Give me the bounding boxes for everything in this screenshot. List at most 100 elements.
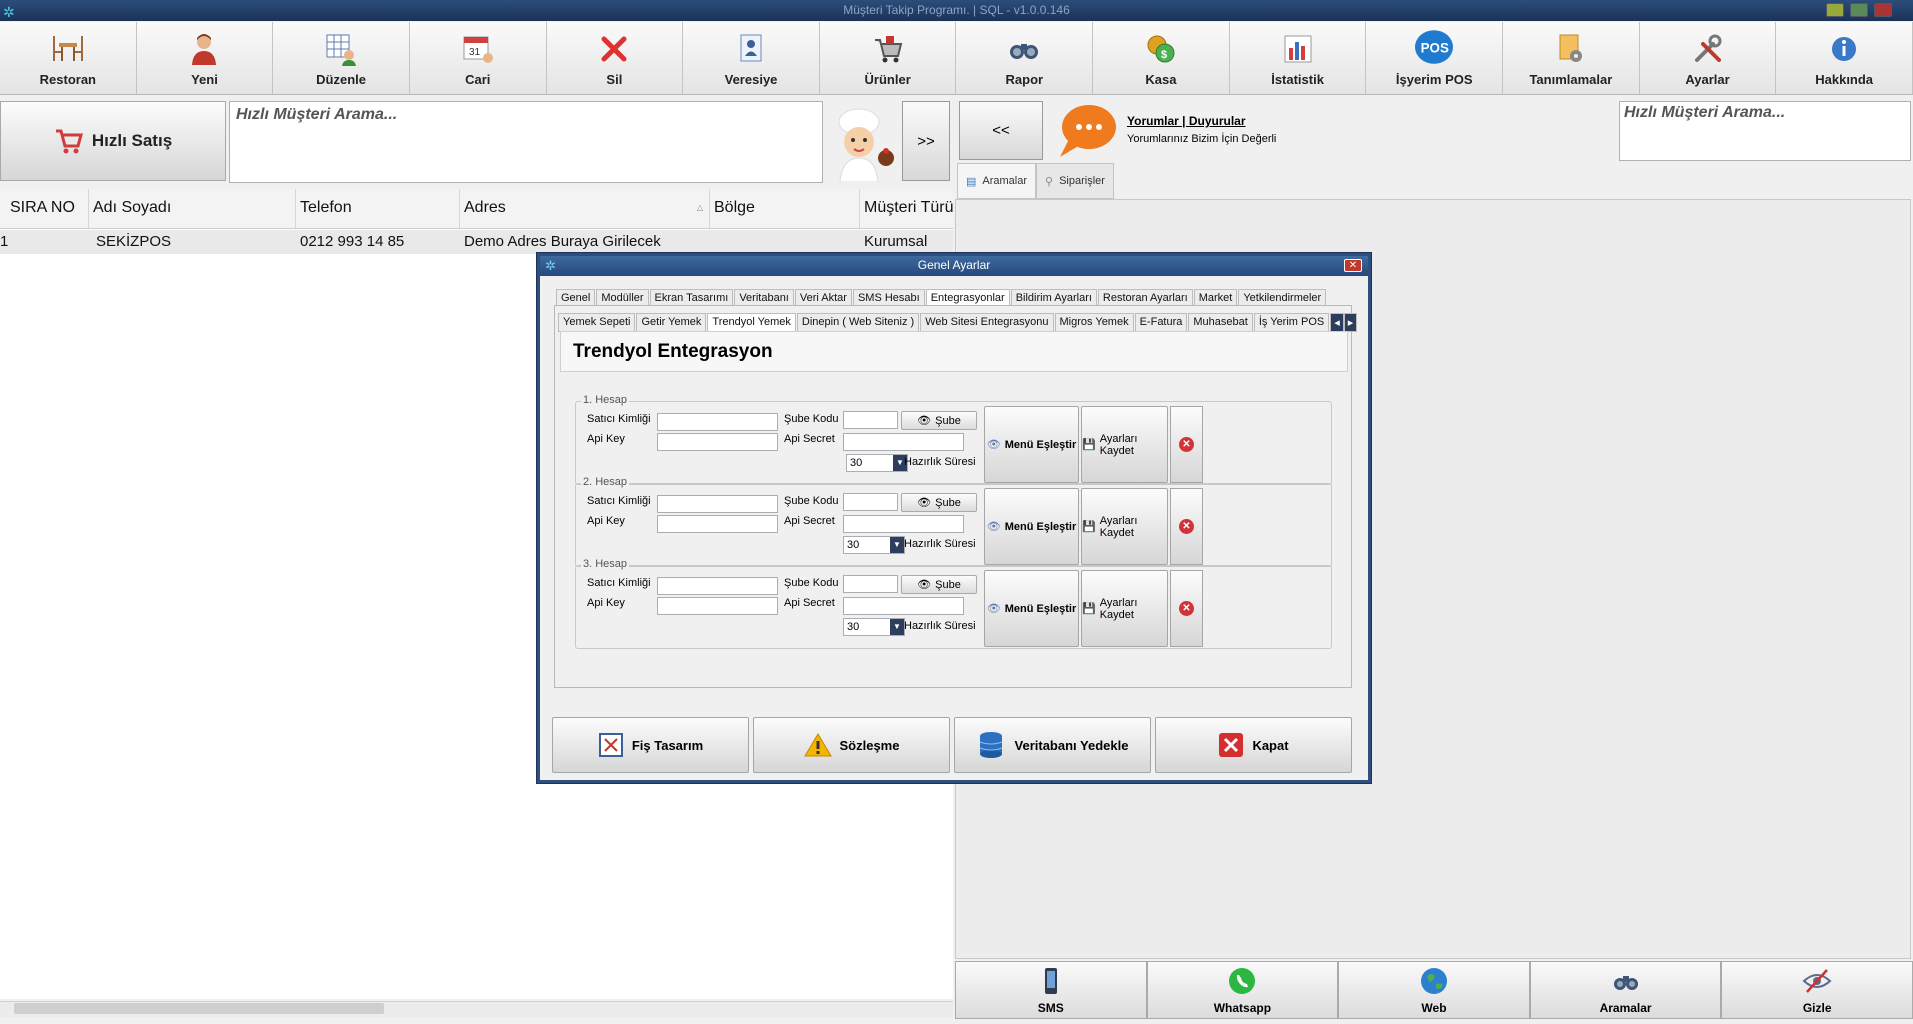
settings-doc-icon [1559,34,1582,62]
coins-icon: $ [1147,35,1175,63]
sube-kodu-input[interactable] [843,575,898,593]
tab-web-sitesi-entegrasyonu[interactable]: Web Sitesi Entegrasyonu [920,313,1054,332]
tab-muhasebat[interactable]: Muhasebat [1188,313,1253,332]
scrollbar-thumb[interactable] [14,1003,384,1014]
tab-yemek-sepeti[interactable]: Yemek Sepeti [558,313,636,332]
maximize-button[interactable] [1850,3,1868,17]
sube-button[interactable]: 👁 Şube [901,575,977,594]
tab-migros-yemek[interactable]: Migros Yemek [1054,313,1134,332]
delete-account-button[interactable]: ✕ [1170,570,1203,647]
whatsapp-button[interactable]: Whatsapp [1146,961,1339,1019]
tab-trendyol-yemek[interactable]: Trendyol Yemek [707,313,796,332]
api-secret-label: Api Secret [784,597,835,609]
tab-e-fatura[interactable]: E-Fatura [1134,313,1188,332]
toolbar-label: Ürünler [864,72,911,87]
sube-button[interactable]: 👁 Şube [901,411,977,430]
hazirlik-suresi-select[interactable]: 30 ▼ [843,536,905,554]
toolbar-tanimlamalar-button[interactable]: Tanımlamalar [1503,22,1640,94]
kapat-button[interactable]: Kapat [1155,717,1352,773]
satici-kimligi-input[interactable] [657,495,778,513]
toolbar-yeni-button[interactable]: Yeni [137,22,274,94]
chat-bubble-icon [1060,105,1116,157]
toolbar-restoran-button[interactable]: Restoran [0,22,137,94]
delete-account-button[interactable]: ✕ [1170,406,1203,483]
hazirlik-suresi-select[interactable]: 30 ▼ [846,454,908,472]
satici-kimligi-input[interactable] [657,577,778,595]
ayarlari-kaydet-button[interactable]: 💾 Ayarları Kaydet [1081,570,1168,647]
satici-kimligi-label: Satıcı Kimliği [587,413,651,425]
bottom-action-bar: SMS Whatsapp Web Aramalar Gizle [955,961,1913,1019]
sozlesme-button[interactable]: Sözleşme [753,717,950,773]
sube-button[interactable]: 👁 Şube [901,493,977,512]
api-secret-label: Api Secret [784,433,835,445]
calendar-icon: 31 [463,36,493,63]
dialog-close-button[interactable]: ✕ [1344,259,1362,272]
back-button[interactable]: << [959,101,1043,160]
ayarlari-kaydet-button[interactable]: 💾 Ayarları Kaydet [1081,406,1168,483]
customer-search-input-right[interactable]: Hızlı Müşteri Arama... [1619,101,1911,161]
toolbar-rapor-button[interactable]: Rapor [956,22,1094,94]
web-button[interactable]: Web [1338,961,1530,1019]
tab-scroll-left-icon[interactable]: ◂ [1330,313,1344,332]
aramalar-button[interactable]: Aramalar [1529,961,1722,1019]
tab-dinepin[interactable]: Dinepin ( Web Siteniz ) [796,313,920,332]
save-icon: 💾 [1082,603,1096,615]
api-secret-input[interactable] [843,515,964,533]
cell-musteri-turu: Kurumsal [864,233,928,250]
satici-kimligi-label: Satıcı Kimliği [587,577,651,589]
toolbar-cari-button[interactable]: 31 Cari [410,22,547,94]
sms-button[interactable]: SMS [955,961,1147,1019]
toolbar-duzenle-button[interactable]: Düzenle [273,22,410,94]
toolbar-veresiye-button[interactable]: Veresiye [683,22,820,94]
announcements-link[interactable]: Yorumlar | Duyurular [1127,114,1246,128]
account-group-2: 2. Hesap Satıcı Kimliği Şube Kodu 👁 Şube … [575,476,1332,567]
column-header-bolge[interactable]: Bölge [710,189,860,228]
api-key-input[interactable] [657,433,778,451]
sube-kodu-label: Şube Kodu [784,577,839,589]
gizle-button[interactable]: Gizle [1721,961,1913,1019]
warning-icon [803,733,832,757]
api-secret-input[interactable] [843,597,964,615]
quick-sale-button[interactable]: Hızlı Satış [0,101,226,181]
column-header-telefon[interactable]: Telefon [296,189,460,228]
column-header-musteri-turu[interactable]: Müşteri Türü [860,189,953,228]
tab-siparisler[interactable]: ⚲ Siparişler [1036,163,1114,199]
sube-kodu-input[interactable] [843,493,898,511]
veritabani-yedekle-button[interactable]: Veritabanı Yedekle [954,717,1151,773]
delete-account-button[interactable]: ✕ [1170,488,1203,565]
cell-adres: Demo Adres Buraya Girilecek [464,233,661,250]
menu-eslestir-button[interactable]: 👁 Menü Eşleştir [984,570,1079,647]
minimize-button[interactable] [1826,3,1844,17]
hazirlik-suresi-select[interactable]: 30 ▼ [843,618,905,636]
column-header-sira-no[interactable]: SIRA NO [0,189,89,228]
api-secret-input[interactable] [843,433,964,451]
toolbar-istatistik-button[interactable]: İstatistik [1230,22,1367,94]
menu-eslestir-button[interactable]: 👁 Menü Eşleştir [984,406,1079,483]
menu-eslestir-button[interactable]: 👁 Menü Eşleştir [984,488,1079,565]
api-key-input[interactable] [657,597,778,615]
toolbar-ayarlar-button[interactable]: Ayarlar [1640,22,1777,94]
tab-scroll-right-icon[interactable]: ▸ [1343,313,1358,332]
satici-kimligi-input[interactable] [657,413,778,431]
api-key-input[interactable] [657,515,778,533]
tab-is-yerim-pos[interactable]: İş Yerim POS [1253,313,1330,332]
menu-eslestir-label: Menü Eşleştir [1004,520,1077,533]
column-header-adres[interactable]: Adres △ [460,189,710,228]
fis-tasarim-button[interactable]: Fiş Tasarım [552,717,749,773]
ayarlari-kaydet-button[interactable]: 💾 Ayarları Kaydet [1081,488,1168,565]
toolbar-kasa-button[interactable]: $ Kasa [1093,22,1230,94]
sube-kodu-input[interactable] [843,411,898,429]
tab-aramalar[interactable]: ▤ Aramalar [957,163,1037,199]
customer-search-input[interactable]: Hızlı Müşteri Arama... [229,101,823,183]
hazirlik-value: 30 [850,457,863,469]
table-row[interactable]: 1 SEKİZPOS 0212 993 14 85 Demo Adres Bur… [0,230,953,254]
toolbar-sil-button[interactable]: Sil [547,22,684,94]
close-window-button[interactable] [1874,3,1892,17]
tab-getir-yemek[interactable]: Getir Yemek [636,313,707,332]
hazirlik-value: 30 [847,621,860,633]
next-button[interactable]: >> [902,101,950,181]
toolbar-hakkinda-button[interactable]: Hakkında [1776,22,1913,94]
toolbar-urunler-button[interactable]: Ürünler [820,22,957,94]
column-header-adi-soyadi[interactable]: Adı Soyadı [89,189,296,228]
toolbar-isyerim-pos-button[interactable]: POS İşyerim POS [1366,22,1504,94]
